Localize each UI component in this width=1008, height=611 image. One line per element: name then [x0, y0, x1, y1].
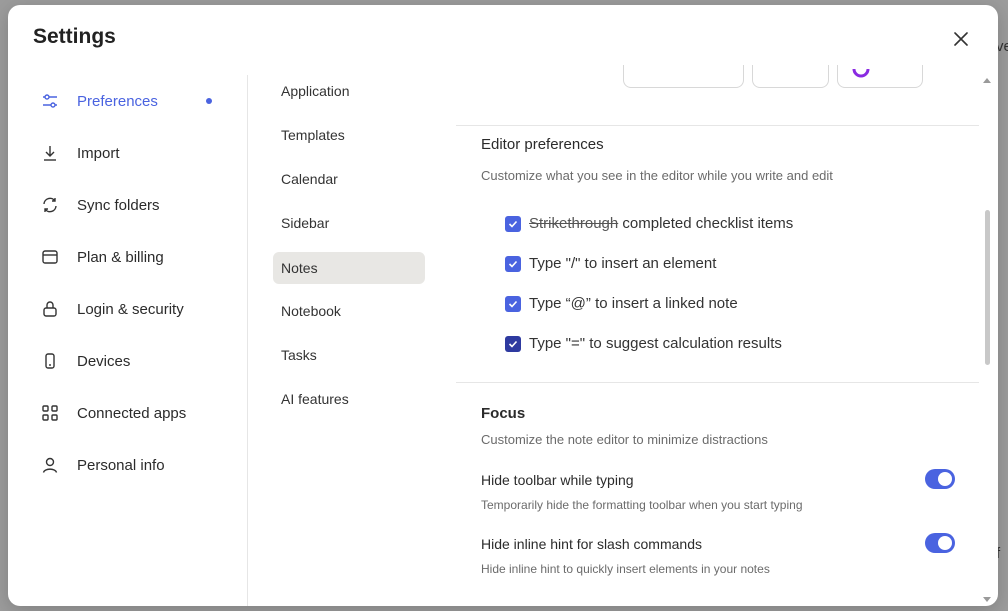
nav-item-sync-folders[interactable]: Sync folders — [33, 185, 223, 225]
option-at-linked-note[interactable]: Type “@” to insert a linked note — [505, 295, 738, 312]
option-label: Type “@” to insert a linked note — [529, 295, 738, 312]
option-label: Type "/" to insert an element — [529, 255, 717, 272]
apps-grid-icon — [41, 402, 63, 424]
option-card[interactable] — [752, 65, 829, 88]
billing-icon — [41, 246, 63, 268]
active-indicator-dot — [206, 98, 212, 104]
toggle-desc-hide-toolbar: Temporarily hide the formatting toolbar … — [481, 498, 803, 512]
nav-item-import[interactable]: Import — [33, 133, 223, 173]
nav-item-connected-apps[interactable]: Connected apps — [33, 393, 223, 433]
lock-icon — [41, 298, 63, 320]
editor-preferences-description: Customize what you see in the editor whi… — [481, 168, 833, 183]
nav-item-personal-info[interactable]: Personal info — [33, 445, 223, 485]
section-divider — [456, 382, 979, 383]
nav-item-label: Connected apps — [77, 404, 187, 422]
notes-settings-content: Editor preferences Customize what you se… — [456, 65, 998, 606]
nav-item-label: Sync folders — [77, 196, 160, 214]
checkmark-icon — [508, 300, 518, 308]
option-slash-insert[interactable]: Type "/" to insert an element — [505, 255, 716, 272]
checkbox-checked[interactable] — [505, 295, 521, 312]
checkmark-icon — [508, 220, 518, 228]
sync-icon — [41, 194, 63, 216]
close-button[interactable] — [946, 25, 976, 53]
checkbox-checked[interactable] — [505, 215, 521, 232]
option-card[interactable] — [623, 65, 744, 88]
checkmark-icon — [508, 340, 518, 348]
subnav-item-sidebar[interactable]: Sidebar — [273, 207, 425, 239]
subnav-item-application[interactable]: Application — [273, 75, 425, 107]
strikethrough-sample: Strikethrough — [529, 215, 619, 232]
subnav-item-tasks[interactable]: Tasks — [273, 339, 425, 371]
toggle-label-hide-toolbar: Hide toolbar while typing — [481, 472, 634, 488]
modal-title: Settings — [33, 25, 116, 48]
scroll-up-arrow-icon[interactable] — [983, 77, 991, 85]
scrollbar-thumb[interactable] — [985, 210, 990, 365]
subnav-item-notes[interactable]: Notes — [273, 252, 425, 284]
nav-item-preferences[interactable]: Preferences — [33, 81, 223, 121]
option-label: Type "=" to suggest calculation results — [529, 335, 782, 352]
settings-modal: Settings Preferences Import Sync folders — [8, 5, 998, 606]
scroll-down-arrow-icon[interactable] — [983, 595, 991, 603]
nav-item-label: Preferences — [77, 92, 158, 110]
download-icon — [41, 142, 63, 164]
sliders-icon — [41, 90, 63, 112]
person-icon — [41, 454, 63, 476]
checkbox-checked[interactable] — [505, 335, 521, 352]
theme-swatch-icon — [852, 69, 870, 78]
option-card[interactable] — [837, 65, 923, 88]
nav-item-label: Import — [77, 144, 120, 162]
subnav-item-ai-features[interactable]: AI features — [273, 383, 425, 415]
section-divider — [456, 125, 979, 126]
option-equals-calculation[interactable]: Type "=" to suggest calculation results — [505, 335, 782, 352]
subnav-item-notebook[interactable]: Notebook — [273, 295, 425, 327]
hide-slash-hint-toggle[interactable] — [925, 533, 955, 553]
focus-title: Focus — [481, 405, 526, 422]
hide-toolbar-toggle[interactable] — [925, 469, 955, 489]
nav-item-plan-billing[interactable]: Plan & billing — [33, 237, 223, 277]
toggle-desc-hide-slash-hint: Hide inline hint to quickly insert eleme… — [481, 562, 770, 576]
nav-item-login-security[interactable]: Login & security — [33, 289, 223, 329]
nav-item-label: Personal info — [77, 456, 165, 474]
subnav-item-calendar[interactable]: Calendar — [273, 163, 425, 195]
checkmark-icon — [508, 260, 518, 268]
option-strikethrough-checklist[interactable]: Strikethrough completed checklist items — [505, 215, 793, 232]
toggle-label-hide-slash-hint: Hide inline hint for slash commands — [481, 536, 702, 552]
checkbox-checked[interactable] — [505, 255, 521, 272]
phone-icon — [41, 350, 63, 372]
editor-preferences-title: Editor preferences — [481, 136, 604, 153]
focus-description: Customize the note editor to minimize di… — [481, 432, 768, 447]
settings-nav: Preferences Import Sync folders Plan & b… — [8, 75, 248, 606]
nav-item-label: Plan & billing — [77, 248, 164, 266]
nav-item-devices[interactable]: Devices — [33, 341, 223, 381]
option-label: completed checklist items — [618, 215, 794, 232]
nav-item-label: Login & security — [77, 300, 184, 318]
close-icon — [954, 32, 968, 46]
subnav-item-templates[interactable]: Templates — [273, 119, 425, 151]
preferences-subnav: Application Templates Calendar Sidebar N… — [248, 75, 444, 606]
nav-item-label: Devices — [77, 352, 131, 370]
